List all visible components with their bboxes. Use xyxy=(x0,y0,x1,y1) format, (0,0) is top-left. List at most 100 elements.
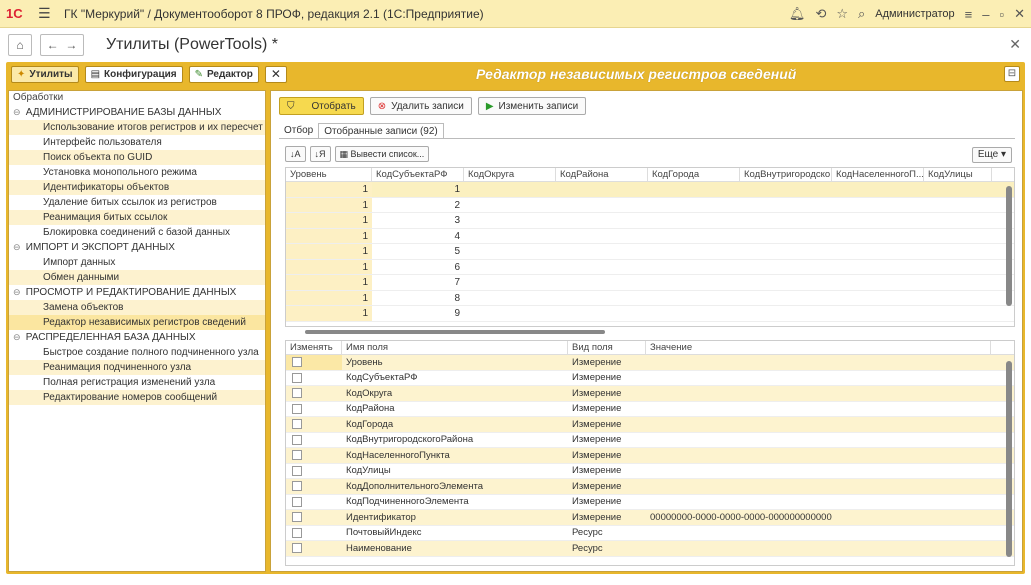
user-name[interactable]: Администратор xyxy=(875,8,954,20)
field-row[interactable]: Идентификатор Измерение 00000000-0000-0000… xyxy=(286,510,1014,526)
field-row[interactable]: КодПодчиненногоЭлемента Измерение xyxy=(286,495,1014,510)
processing-item[interactable]: Использование итогов регистров и их пере… xyxy=(9,120,265,135)
table-row[interactable]: 17 xyxy=(286,275,1014,291)
change-checkbox[interactable] xyxy=(292,419,302,430)
processing-item[interactable]: Замена объектов xyxy=(9,300,265,315)
change-checkbox[interactable] xyxy=(292,434,302,445)
history-icon[interactable]: ⟲ xyxy=(815,6,826,22)
processing-item[interactable]: Импорт данных xyxy=(9,255,265,270)
records-hscroll[interactable] xyxy=(285,327,1015,337)
field-row[interactable]: КодУлицы Измерение xyxy=(286,464,1014,479)
tool-utilities-button[interactable]: ✦ Утилиты xyxy=(11,65,79,83)
collapse-icon[interactable]: ⊖ xyxy=(13,330,23,345)
processing-item[interactable]: Интерфейс пользователя xyxy=(9,135,265,150)
change-checkbox[interactable] xyxy=(292,496,302,507)
star-icon[interactable]: ☆ xyxy=(836,6,848,22)
column-header[interactable]: КодОкруга xyxy=(464,168,556,181)
fields-vscroll[interactable] xyxy=(1006,361,1012,557)
records-vscroll[interactable] xyxy=(1006,186,1012,306)
change-checkbox[interactable] xyxy=(292,357,302,368)
field-value[interactable]: 00000000-0000-0000-0000-000000000000 xyxy=(646,512,991,523)
field-row[interactable]: КодОкруга Измерение xyxy=(286,386,1014,402)
processing-item[interactable]: Реанимация подчиненного узла xyxy=(9,360,265,375)
menu-icon[interactable]: ☰ xyxy=(38,5,54,22)
column-header[interactable]: КодНаселенногоП... xyxy=(832,168,924,181)
processing-item[interactable]: Поиск объекта по GUID xyxy=(9,150,265,165)
sort-desc-button[interactable]: ↓Я xyxy=(309,146,331,162)
processing-group[interactable]: ⊖ РАСПРЕДЕЛЕННАЯ БАЗА ДАННЫХ xyxy=(9,330,265,345)
field-row[interactable]: КодВнутригородскогоРайона Измерение xyxy=(286,433,1014,448)
field-row[interactable]: Наименование Ресурс xyxy=(286,541,1014,557)
processing-item[interactable]: Редактирование номеров сообщений xyxy=(9,390,265,405)
fields-grid[interactable]: Изменять Имя поля Вид поля Значение Уровень… xyxy=(285,340,1015,566)
column-header[interactable]: КодУлицы xyxy=(924,168,992,181)
column-header[interactable]: Вид поля xyxy=(568,341,646,354)
close-form-icon[interactable]: ✕ xyxy=(1009,36,1021,53)
tab-filter[interactable]: Отбор xyxy=(279,123,318,139)
processing-item[interactable]: Редактор независимых регистров сведений xyxy=(9,315,265,330)
change-checkbox[interactable] xyxy=(292,527,302,538)
settings-icon[interactable]: ≡ xyxy=(965,7,973,22)
processing-item[interactable]: Полная регистрация изменений узла xyxy=(9,375,265,390)
sort-asc-button[interactable]: ↓A xyxy=(285,146,306,162)
column-header[interactable]: Изменять xyxy=(286,341,342,354)
panel-toggle-icon[interactable]: ⊟ xyxy=(1004,66,1020,82)
change-checkbox[interactable] xyxy=(292,512,302,523)
table-row[interactable]: 12 xyxy=(286,197,1014,213)
processing-item[interactable]: Удаление битых ссылок из регистров xyxy=(9,195,265,210)
change-checkbox[interactable] xyxy=(292,543,302,554)
change-checkbox[interactable] xyxy=(292,450,302,461)
back-forward-buttons[interactable]: ← → xyxy=(40,34,84,56)
collapse-icon[interactable]: ⊖ xyxy=(13,240,23,255)
table-row[interactable]: 15 xyxy=(286,244,1014,260)
filter-button[interactable]: ⛉ Отобрать xyxy=(279,97,364,115)
processing-item[interactable]: Идентификаторы объектов xyxy=(9,180,265,195)
column-header[interactable]: Имя поля xyxy=(342,341,568,354)
field-row[interactable]: ПочтовыйИндекс Ресурс xyxy=(286,526,1014,541)
table-row[interactable]: 18 xyxy=(286,290,1014,306)
processing-item[interactable]: Установка монопольного режима xyxy=(9,165,265,180)
field-row[interactable]: КодНаселенногоПункта Измерение xyxy=(286,448,1014,464)
table-row[interactable]: 13 xyxy=(286,213,1014,229)
field-row[interactable]: Уровень Измерение xyxy=(286,355,1014,371)
collapse-icon[interactable]: ⊖ xyxy=(13,285,23,300)
tab-selected-records[interactable]: Отобранные записи (92) xyxy=(318,123,444,139)
close-tool-button[interactable]: ✕ xyxy=(264,65,287,83)
column-header[interactable]: КодСубъектаРФ xyxy=(372,168,464,181)
processing-group[interactable]: ⊖ ИМПОРТ И ЭКСПОРТ ДАННЫХ xyxy=(9,240,265,255)
change-checkbox[interactable] xyxy=(292,465,302,476)
change-checkbox[interactable] xyxy=(292,403,302,414)
output-list-button[interactable]: ▦ Вывести список... xyxy=(334,146,430,162)
table-row[interactable]: 14 xyxy=(286,228,1014,244)
table-row[interactable]: 19 xyxy=(286,306,1014,322)
search-icon[interactable]: ⌕ xyxy=(858,6,865,22)
more-button[interactable]: Еще ▾ xyxy=(971,147,1012,163)
processing-item[interactable]: Быстрое создание полного подчиненного уз… xyxy=(9,345,265,360)
field-row[interactable]: КодСубъектаРФ Измерение xyxy=(286,371,1014,386)
minimize-icon[interactable]: – xyxy=(982,7,989,22)
delete-records-button[interactable]: ⊗ Удалить записи xyxy=(369,97,472,115)
column-header[interactable]: КодРайона xyxy=(556,168,648,181)
column-header[interactable]: Значение xyxy=(646,341,991,354)
column-header[interactable]: Уровень xyxy=(286,168,372,181)
change-checkbox[interactable] xyxy=(292,372,302,383)
restore-icon[interactable]: ▫ xyxy=(999,7,1004,22)
column-header[interactable]: КодГорода xyxy=(648,168,740,181)
processing-item[interactable]: Блокировка соединений с базой данных xyxy=(9,225,265,240)
field-row[interactable]: КодДополнительногоЭлемента Измерение xyxy=(286,479,1014,495)
processing-item[interactable]: Реанимация битых ссылок xyxy=(9,210,265,225)
tool-configuration-button[interactable]: ▤ Конфигурация xyxy=(84,65,183,83)
processing-item[interactable]: Обмен данными xyxy=(9,270,265,285)
change-checkbox[interactable] xyxy=(292,481,302,492)
change-checkbox[interactable] xyxy=(292,388,302,399)
processing-group[interactable]: ⊖ ПРОСМОТР И РЕДАКТИРОВАНИЕ ДАННЫХ xyxy=(9,285,265,300)
processing-group[interactable]: ⊖ АДМИНИСТРИРОВАНИЕ БАЗЫ ДАННЫХ xyxy=(9,105,265,120)
field-row[interactable]: КодРайона Измерение xyxy=(286,402,1014,417)
table-row[interactable]: 11 xyxy=(286,182,1014,198)
field-row[interactable]: КодГорода Измерение xyxy=(286,417,1014,433)
records-grid[interactable]: Уровень КодСубъектаРФ КодОкруга КодРайона Ко… xyxy=(285,167,1015,327)
table-row[interactable]: 16 xyxy=(286,259,1014,275)
column-header[interactable]: КодВнутригородско... xyxy=(740,168,832,181)
bell-icon[interactable]: 🔔︎ xyxy=(789,6,806,22)
close-window-icon[interactable]: ✕ xyxy=(1014,6,1025,22)
